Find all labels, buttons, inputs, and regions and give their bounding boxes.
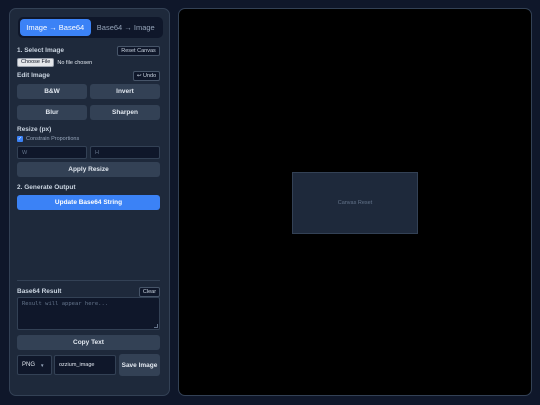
edit-image-label: Edit Image bbox=[17, 72, 50, 79]
height-placeholder: H bbox=[95, 149, 99, 156]
tab-base64-to-image[interactable]: Base64 → Image bbox=[91, 19, 162, 36]
base64-result-label: Base64 Result bbox=[17, 288, 62, 295]
format-select[interactable]: PNG ▼ bbox=[17, 355, 52, 375]
result-placeholder: Result will appear here... bbox=[22, 301, 109, 307]
filename-input[interactable]: ozzium_image bbox=[54, 355, 116, 375]
reset-canvas-button[interactable]: Reset Canvas bbox=[117, 46, 160, 56]
resize-grip-icon[interactable] bbox=[154, 324, 158, 328]
width-placeholder: W bbox=[22, 149, 28, 156]
save-image-button[interactable]: Save Image bbox=[119, 354, 160, 376]
constrain-label: Constrain Proportions bbox=[26, 136, 80, 142]
sharpen-button[interactable]: Sharpen bbox=[90, 105, 160, 120]
select-image-label: 1. Select Image bbox=[17, 47, 64, 54]
copy-text-button[interactable]: Copy Text bbox=[17, 335, 160, 350]
invert-button[interactable]: Invert bbox=[90, 84, 160, 99]
bw-button[interactable]: B&W bbox=[17, 84, 87, 99]
resize-label: Resize (px) bbox=[17, 126, 52, 133]
choose-file-button[interactable]: Choose File bbox=[17, 58, 55, 67]
canvas-placeholder-text: Canvas Reset bbox=[337, 200, 373, 206]
update-base64-button[interactable]: Update Base64 String bbox=[17, 195, 160, 210]
undo-button[interactable]: ↩ Undo bbox=[133, 71, 160, 81]
width-input[interactable]: W bbox=[17, 146, 87, 159]
canvas-preview: Canvas Reset bbox=[292, 172, 418, 234]
clear-button[interactable]: Clear bbox=[139, 287, 160, 297]
generate-output-label: 2. Generate Output bbox=[17, 184, 76, 191]
file-picker: Choose File No file chosen bbox=[17, 58, 92, 67]
mode-tabs: Image → Base64 Base64 → Image bbox=[18, 17, 163, 38]
filename-value: ozzium_image bbox=[59, 362, 95, 368]
file-status: No file chosen bbox=[57, 59, 93, 66]
canvas-area: Canvas Reset bbox=[178, 8, 532, 396]
constrain-proportions[interactable]: ✓ Constrain Proportions bbox=[17, 136, 79, 142]
constrain-checkbox[interactable]: ✓ bbox=[17, 136, 23, 142]
format-value: PNG bbox=[22, 362, 36, 368]
section-divider bbox=[17, 280, 160, 281]
height-input[interactable]: H bbox=[90, 146, 160, 159]
base64-result-textarea[interactable]: Result will appear here... bbox=[17, 297, 160, 330]
tab-image-to-base64[interactable]: Image → Base64 bbox=[20, 19, 91, 36]
blur-button[interactable]: Blur bbox=[17, 105, 87, 120]
apply-resize-button[interactable]: Apply Resize bbox=[17, 162, 160, 177]
chevron-down-icon: ▼ bbox=[40, 362, 45, 368]
